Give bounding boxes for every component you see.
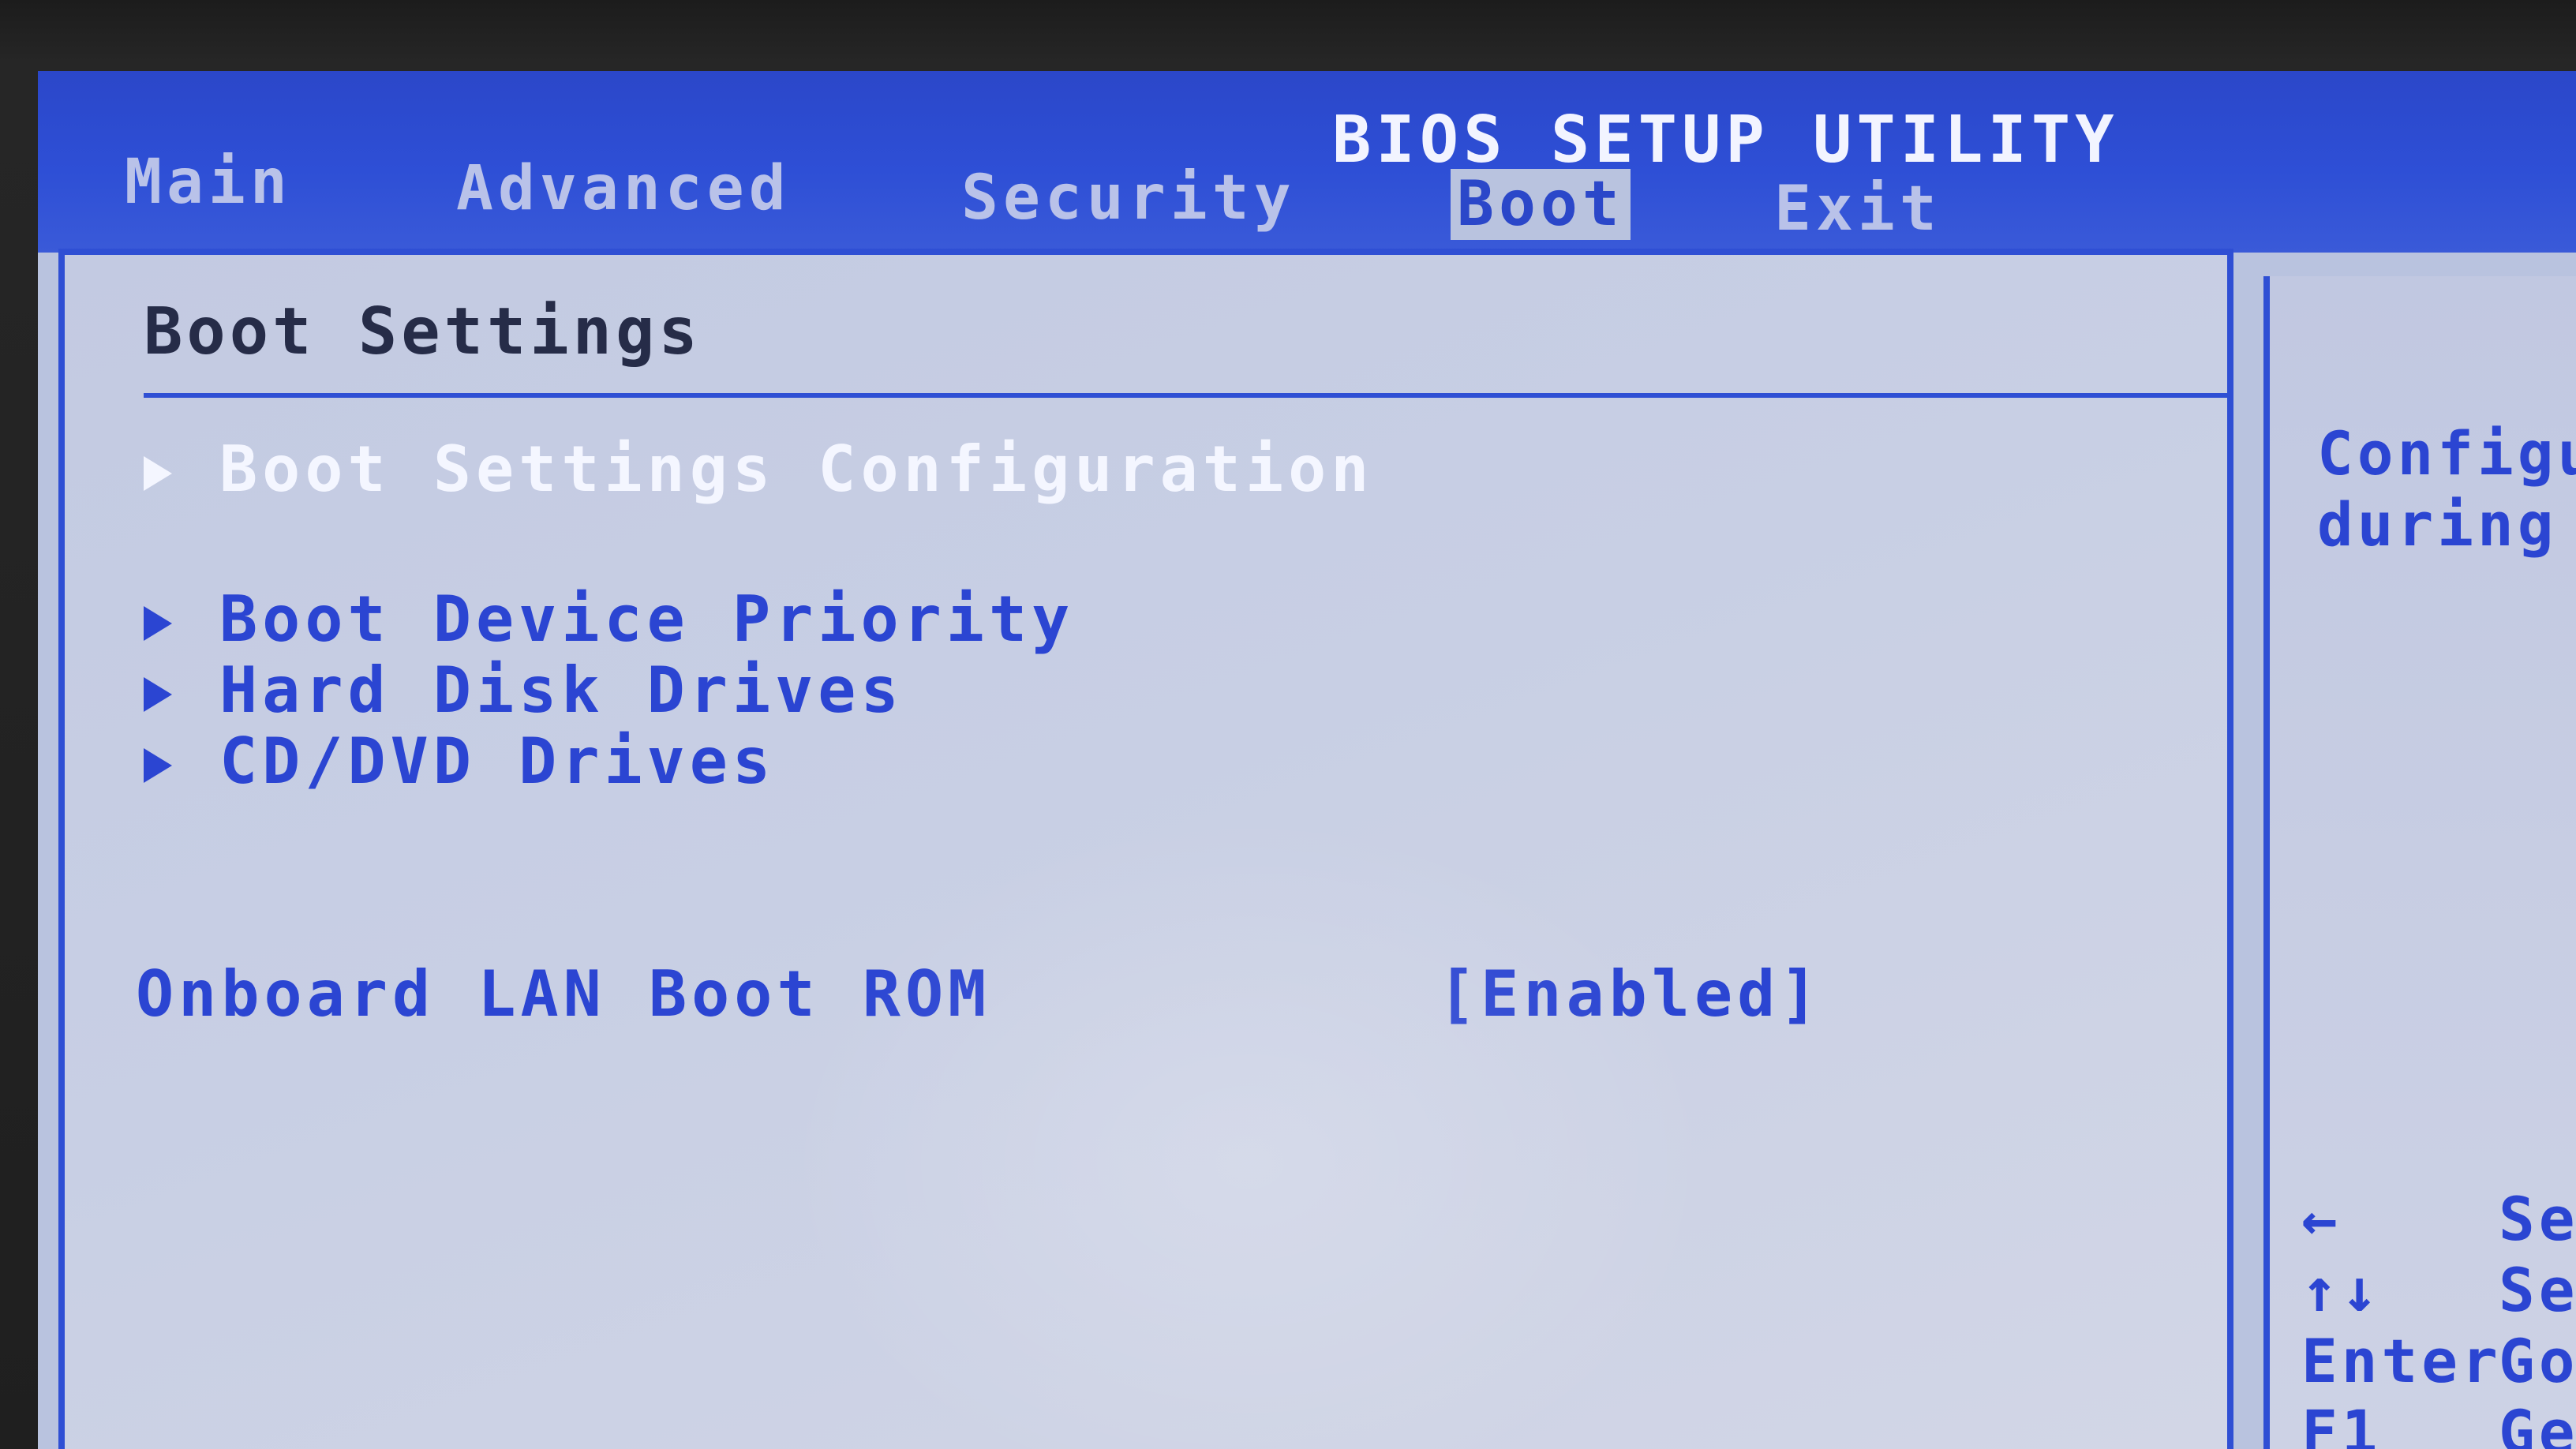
menu-item-boot-settings-configuration[interactable]: Boot Settings Configuration [144, 432, 1373, 506]
tab-boot[interactable]: Boot [1451, 169, 1631, 240]
menu-item-hard-disk-drives[interactable]: Hard Disk Drives [144, 653, 904, 727]
bios-title: BIOS SETUP UTILITY [1332, 103, 2119, 178]
submenu-arrow-icon [144, 606, 172, 642]
key-hint-enter: EnterGo [2301, 1326, 2576, 1396]
menu-item-cd-dvd-drives[interactable]: CD/DVD Drives [144, 724, 775, 798]
up-down-arrow-icon: ↑↓ [2301, 1255, 2382, 1325]
left-arrow-icon: ← [2301, 1184, 2342, 1254]
key-hint-updown: ↑↓ Se [2301, 1255, 2576, 1325]
tab-main[interactable]: Main [125, 147, 292, 218]
enter-key-label: Enter [2301, 1326, 2502, 1396]
tab-security[interactable]: Security [961, 163, 1296, 234]
bios-screen: BIOS SETUP UTILITY Main Advanced Securit… [38, 71, 2576, 1449]
key-hint-f1: F1 Ge [2301, 1397, 2576, 1449]
main-panel: Boot Settings Boot Settings Configuratio… [58, 249, 2233, 1449]
help-line-2: during [2317, 489, 2558, 560]
help-line-1: Configu [2317, 418, 2576, 489]
tab-advanced[interactable]: Advanced [456, 153, 791, 224]
onboard-lan-boot-rom-label: Onboard LAN Boot ROM [136, 957, 991, 1031]
monitor-frame: BIOS SETUP UTILITY Main Advanced Securit… [0, 0, 2576, 1449]
onboard-lan-boot-rom-value[interactable]: [Enabled] [1438, 957, 1822, 1031]
title-divider [144, 393, 2227, 398]
tab-exit[interactable]: Exit [1774, 174, 1941, 245]
submenu-arrow-icon [144, 748, 172, 784]
menu-item-label: Hard Disk Drives [219, 653, 904, 727]
submenu-arrow-icon [144, 677, 172, 713]
menu-item-boot-device-priority[interactable]: Boot Device Priority [144, 582, 1074, 656]
screen-glare [775, 807, 1722, 1449]
key-hint-left: ← Sel [2301, 1184, 2576, 1254]
section-title: Boot Settings [144, 294, 702, 369]
menu-item-label: Boot Settings Configuration [219, 432, 1374, 506]
menu-item-label: Boot Device Priority [219, 582, 1075, 656]
key-hint-desc: Sel [2499, 1184, 2576, 1254]
f1-key-label: F1 [2301, 1397, 2382, 1449]
key-hint-desc: Ge [2499, 1397, 2576, 1449]
bios-header: BIOS SETUP UTILITY Main Advanced Securit… [38, 71, 2576, 253]
submenu-arrow-icon [144, 456, 172, 492]
menu-item-label: CD/DVD Drives [219, 724, 776, 798]
key-hint-desc: Go [2499, 1326, 2576, 1396]
key-hint-desc: Se [2499, 1255, 2576, 1325]
help-panel: Configu during ← Sel ↑↓ Se EnterGo F1 Ge [2263, 276, 2576, 1449]
